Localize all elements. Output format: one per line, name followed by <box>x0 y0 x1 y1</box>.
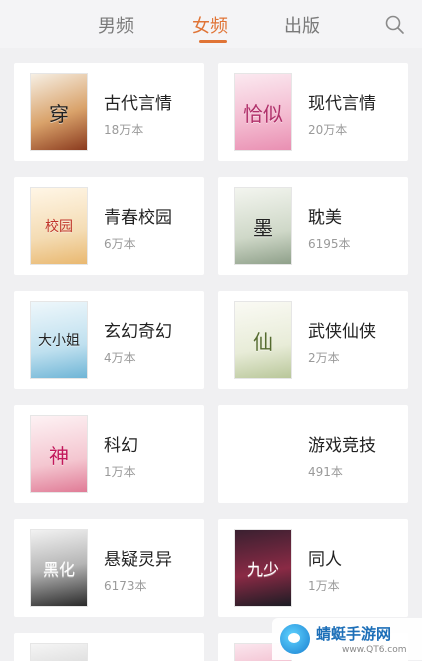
book-cover <box>234 415 292 493</box>
category-name: 耽美 <box>308 208 342 228</box>
cover-title: 神 <box>49 443 69 468</box>
book-cover: 校园 <box>30 187 88 265</box>
top-tab-bar: 男频 女频 出版 <box>0 0 422 48</box>
site-watermark: 蜻蜓手游网 www.QT6.com <box>272 618 422 660</box>
book-cover <box>30 643 88 661</box>
book-cover: 仙 <box>234 301 292 379</box>
category-card-qingchun[interactable]: 校园 青春校园 6万本 <box>14 177 204 275</box>
category-count: 1万本 <box>104 465 136 479</box>
watermark-title: 蜻蜓手游网 <box>316 625 392 643</box>
category-card-gudai[interactable]: 穿 古代言情 18万本 <box>14 63 204 161</box>
cover-title: 穿 <box>49 101 69 126</box>
search-icon[interactable] <box>384 14 406 36</box>
category-card-kehuan[interactable]: 神 科幻 1万本 <box>14 405 204 503</box>
category-card-xiandai[interactable]: 恰似 现代言情 20万本 <box>218 63 408 161</box>
cover-title: 仙 <box>253 329 273 354</box>
tab-female[interactable]: 女频 <box>192 12 228 38</box>
category-name: 玄幻奇幻 <box>104 322 172 342</box>
tab-publish[interactable]: 出版 <box>284 12 320 38</box>
category-name: 青春校园 <box>104 208 172 228</box>
category-count: 1万本 <box>308 579 340 593</box>
book-cover: 穿 <box>30 73 88 151</box>
category-grid: 穿 古代言情 18万本 恰似 现代言情 20万本 校园 青春校园 6万本 墨 耽… <box>0 48 422 661</box>
cover-title: 大小姐 <box>38 333 80 349</box>
book-cover: 神 <box>30 415 88 493</box>
category-count: 4万本 <box>104 351 136 365</box>
category-card-wuxia[interactable]: 仙 武侠仙侠 2万本 <box>218 291 408 389</box>
tab-male[interactable]: 男频 <box>98 12 134 38</box>
category-count: 2万本 <box>308 351 340 365</box>
category-name: 悬疑灵异 <box>104 550 172 570</box>
cover-title: 黑化 <box>42 560 75 579</box>
cover-title: 校园 <box>45 219 73 235</box>
category-name: 同人 <box>308 550 342 570</box>
book-cover: 墨 <box>234 187 292 265</box>
cover-title: 九少 <box>246 560 279 579</box>
category-card-tongren[interactable]: 九少 同人 1万本 <box>218 519 408 617</box>
dragonfly-logo-icon <box>280 624 310 654</box>
book-cover: 恰似 <box>234 73 292 151</box>
category-card-youxi[interactable]: 游戏竞技 491本 <box>218 405 408 503</box>
book-cover: 黑化 <box>30 529 88 607</box>
category-card-xuanhuan[interactable]: 大小姐 玄幻奇幻 4万本 <box>14 291 204 389</box>
category-count: 6173本 <box>104 579 147 593</box>
category-count: 18万本 <box>104 123 144 137</box>
category-name: 游戏竞技 <box>308 436 376 456</box>
active-tab-indicator <box>199 40 227 43</box>
category-count: 20万本 <box>308 123 348 137</box>
book-cover: 大小姐 <box>30 301 88 379</box>
category-card-xuanyi[interactable]: 黑化 悬疑灵异 6173本 <box>14 519 204 617</box>
cover-title: 恰似 <box>243 101 283 126</box>
cover-title <box>235 416 291 492</box>
watermark-url: www.QT6.com <box>342 645 407 655</box>
category-name: 科幻 <box>104 436 138 456</box>
category-card-partial[interactable] <box>14 633 204 661</box>
category-count: 6万本 <box>104 237 136 251</box>
book-cover: 九少 <box>234 529 292 607</box>
category-name: 武侠仙侠 <box>308 322 376 342</box>
cover-title: 墨 <box>253 215 273 240</box>
category-count: 491本 <box>308 465 343 479</box>
category-count: 6195本 <box>308 237 351 251</box>
category-name: 古代言情 <box>104 94 172 114</box>
category-card-danmei[interactable]: 墨 耽美 6195本 <box>218 177 408 275</box>
category-name: 现代言情 <box>308 94 376 114</box>
